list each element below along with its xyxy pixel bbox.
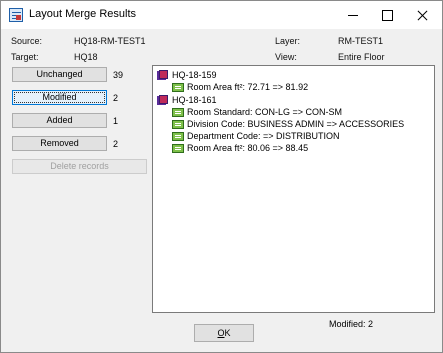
tree-room-node[interactable]: HQ-18-161 — [157, 95, 427, 107]
close-icon[interactable] — [406, 1, 440, 29]
tree-field-node[interactable]: Room Area ft²: 72.71 => 81.92 — [172, 82, 427, 94]
field-change: Room Standard: CON-LG => CON-SM — [187, 107, 343, 117]
view-label: View: — [275, 52, 297, 62]
room-name: HQ-18-159 — [172, 70, 217, 80]
ok-button[interactable]: OK — [194, 324, 254, 342]
removed-button[interactable]: Removed — [12, 136, 107, 151]
room-icon — [157, 70, 168, 80]
layer-label: Layer: — [275, 36, 301, 46]
view-value: Entire Floor — [338, 52, 385, 62]
tree-field-node[interactable]: Room Area ft²: 80.06 => 88.45 — [172, 143, 427, 155]
unchanged-count: 39 — [113, 70, 124, 80]
room-icon — [157, 95, 168, 105]
field-icon — [172, 132, 184, 141]
maximize-icon[interactable] — [370, 1, 404, 29]
tree-room-node[interactable]: HQ-18-159 — [157, 70, 427, 82]
merge-results-tree[interactable]: HQ-18-159 Room Area ft²: 72.71 => 81.92 … — [152, 65, 435, 313]
field-icon — [172, 144, 184, 153]
target-value: HQ18 — [74, 52, 98, 62]
title-bar: Layout Merge Results — [1, 1, 442, 29]
tree-field-node[interactable]: Division Code: BUSINESS ADMIN => ACCESSO… — [172, 119, 427, 131]
field-icon — [172, 120, 184, 129]
ok-label-rest: K — [224, 328, 231, 338]
layout-merge-results-window: Layout Merge Results Source: HQ18-RM-TES… — [0, 0, 443, 353]
field-icon — [172, 108, 184, 117]
added-button[interactable]: Added — [12, 113, 107, 128]
modified-status: Modified: 2 — [329, 319, 374, 329]
app-icon — [9, 8, 23, 22]
removed-count: 2 — [113, 139, 119, 149]
layer-value: RM-TEST1 — [338, 36, 383, 46]
field-change: Room Area ft²: 80.06 => 88.45 — [187, 143, 309, 153]
field-change: Room Area ft²: 72.71 => 81.92 — [187, 82, 309, 92]
room-name: HQ-18-161 — [172, 95, 217, 105]
ok-accelerator: O — [217, 328, 225, 338]
minimize-icon[interactable] — [336, 1, 370, 29]
delete-records-button[interactable]: Delete records — [12, 159, 147, 174]
tree-field-node[interactable]: Room Standard: CON-LG => CON-SM — [172, 107, 427, 119]
tree-field-node[interactable]: Department Code: => DISTRIBUTION — [172, 131, 427, 143]
added-count: 1 — [113, 116, 119, 126]
modified-button[interactable]: Modified — [12, 90, 107, 105]
unchanged-button[interactable]: Unchanged — [12, 67, 107, 82]
modified-count: 2 — [113, 93, 119, 103]
target-label: Target: — [11, 52, 39, 62]
source-value: HQ18-RM-TEST1 — [74, 36, 146, 46]
source-label: Source: — [11, 36, 43, 46]
window-title: Layout Merge Results — [29, 8, 136, 20]
field-change: Department Code: => DISTRIBUTION — [187, 131, 340, 141]
field-icon — [172, 83, 184, 92]
field-change: Division Code: BUSINESS ADMIN => ACCESSO… — [187, 119, 405, 129]
